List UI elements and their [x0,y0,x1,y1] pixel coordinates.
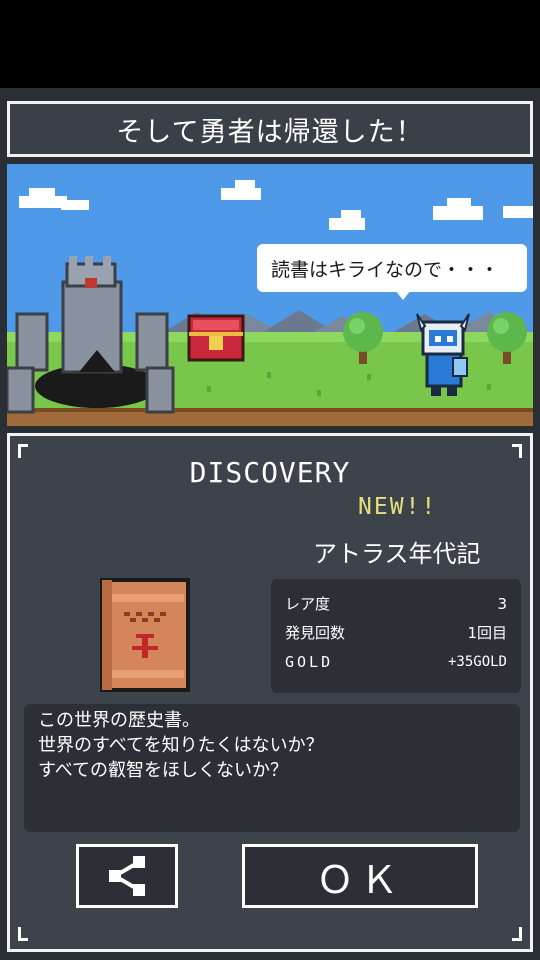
stat-value: 1回目 [467,624,507,642]
treasure-chest [187,314,245,362]
ok-button[interactable]: ＯＫ [242,844,478,908]
title-banner: そして勇者は帰還した！ [7,101,533,157]
item-name: アトラス年代記 [313,540,481,568]
description-line: この世界の歴史書。 [38,710,200,731]
panel-corner [512,927,522,941]
scene-view [7,164,533,426]
stat-label: レア度 [285,595,331,613]
speech-bubble-tail [395,290,411,300]
title-text: そして勇者は帰還した！ [116,116,424,148]
stat-discovery-count: 発見回数 1回目 [285,618,507,647]
stats-box: レア度 3 発見回数 1回目 GOLD +35GOLD [271,579,521,693]
discovery-heading: DISCOVERY [189,456,351,489]
description-line: すべての叡智をほしくないか？ [38,760,289,781]
clouds [19,180,533,230]
stat-value: +35GOLD [447,653,507,670]
stat-rarity: レア度 3 [285,589,507,618]
speech-bubble: 読書はキライなので・・・ [257,244,527,292]
description-line: 世界のすべてを知りたくはないか？ [38,735,324,756]
description-box: この世界の歴史書。 世界のすべてを知りたくはないか？ すべての叡智をほしくないか… [24,704,520,832]
discovery-panel: DISCOVERY NEW!! アトラス年代記 レア度 3 発見回数 1回目 G… [7,433,533,952]
stat-gold: GOLD +35GOLD [285,647,507,676]
share-icon [109,856,145,896]
book-icon [100,578,190,692]
scene-illustration [7,180,533,426]
stat-label: 発見回数 [285,624,346,642]
new-badge: NEW!! [358,494,438,520]
panel-corner [18,927,28,941]
stat-value: 3 [497,594,507,613]
stat-label: GOLD [285,652,334,671]
share-button[interactable] [76,844,178,908]
ok-label: ＯＫ [315,857,404,902]
speech-text: 読書はキライなので・・・ [271,258,500,281]
castle [7,256,175,414]
